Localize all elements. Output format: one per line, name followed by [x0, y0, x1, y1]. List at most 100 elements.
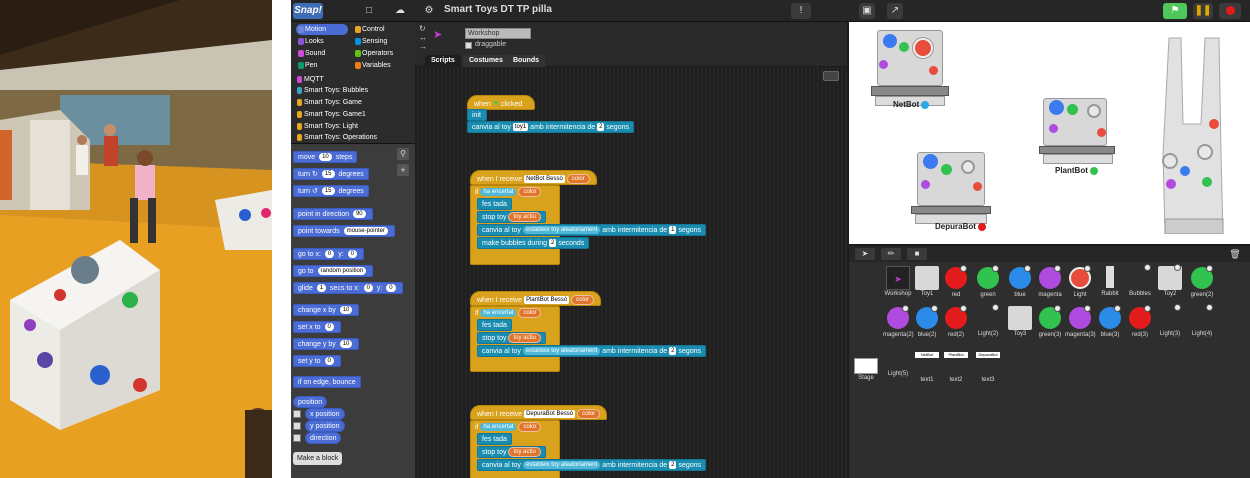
make-block-button[interactable]: Make a block	[293, 452, 343, 465]
reporter-x-position[interactable]: x position	[305, 408, 345, 420]
library-category-game[interactable]: Smart Toys: Game	[296, 97, 406, 108]
corral-sprite-blue[interactable]: blue	[1005, 265, 1035, 298]
corral-sprite-magenta2[interactable]: magenta(2)	[883, 305, 914, 338]
layout-icon[interactable]: ▣	[859, 3, 875, 19]
stop-button[interactable]	[1219, 3, 1241, 19]
category-operators[interactable]: Operators	[353, 48, 405, 59]
rotation-style-icon[interactable]: ↻ ↔ →	[419, 24, 427, 51]
block-stop-toy[interactable]: stop toy toy actiu	[477, 211, 546, 223]
block-stop-toy[interactable]: stop toy toy actiu	[477, 446, 546, 458]
block-point-direction[interactable]: point in direction 90	[293, 208, 373, 220]
corral-sprite-toy2[interactable]: Toy2	[1155, 264, 1185, 297]
scripts-canvas[interactable]: when ⚑ clicked init canvia al toy toy1 a…	[415, 67, 847, 478]
zoom-search-icon[interactable]: ⚲	[397, 148, 409, 160]
pause-button[interactable]: ❚❚	[1193, 3, 1213, 19]
file-icon[interactable]: □	[361, 3, 377, 19]
block-turn-cw[interactable]: turn ↻ 15 degrees	[293, 168, 369, 180]
hint-icon[interactable]: !	[791, 3, 811, 19]
draggable-checkbox[interactable]	[465, 42, 472, 49]
corral-sprite-text2[interactable]: PlantBot text2	[941, 346, 971, 383]
rabbit-sprite[interactable]	[1157, 34, 1237, 235]
reporter-position[interactable]: position	[293, 396, 328, 408]
stage[interactable]: NetBot PlantBot DepuraBot	[849, 22, 1250, 244]
hat-receive-plantbot[interactable]: when I receive PlantBot Bessó color	[470, 291, 602, 306]
corral-sprite-blue2[interactable]: blue(2)	[912, 305, 942, 338]
category-motion[interactable]: Motion	[296, 24, 348, 35]
category-looks[interactable]: Looks	[296, 36, 348, 47]
hat-receive-depurabot[interactable]: when I receive DepuraBot Bessó color	[470, 405, 608, 420]
hat-when-flag-clicked[interactable]: when ⚑ clicked	[467, 95, 535, 110]
library-category-operations[interactable]: Smart Toys: Operations	[296, 132, 406, 143]
corral-sprite-green2[interactable]: green(2)	[1187, 265, 1217, 298]
corral-sprite-blue3[interactable]: blue(3)	[1095, 305, 1125, 338]
corral-sprite-light2[interactable]: Light(2)	[973, 304, 1003, 337]
paint-brush-icon[interactable]: ✏	[881, 248, 901, 260]
stage-size-icon[interactable]: ↗	[887, 3, 903, 19]
corral-sprite-green3[interactable]: green(3)	[1035, 305, 1065, 338]
corral-sprite-text1[interactable]: NetBot text1	[912, 346, 942, 383]
block-point-towards[interactable]: point towards mouse-pointer	[293, 225, 395, 237]
block-canvia-toy-random[interactable]: canvia al toy estableix toy aleatoriamen…	[477, 224, 707, 236]
corral-sprite-text3[interactable]: DepuraBot text3	[973, 346, 1003, 383]
corral-sprite-light5[interactable]: Light(5)	[883, 346, 913, 377]
corral-sprite-light3[interactable]: Light(3)	[1155, 304, 1185, 337]
category-variables[interactable]: Variables	[353, 60, 405, 71]
block-fes-tada[interactable]: fes tada	[477, 433, 512, 445]
trash-icon[interactable]: 🗑	[1227, 248, 1243, 260]
corral-stage[interactable]: Stage	[851, 358, 881, 381]
corral-sprite-bubbles[interactable]: Bubbles	[1125, 264, 1155, 297]
hat-receive-netbot[interactable]: when I receive NetBot Bessó color	[470, 170, 597, 185]
block-glide[interactable]: glide 1 secs to x: 0 y: 0	[293, 282, 403, 294]
depurabot-sprite[interactable]	[911, 148, 999, 232]
reporter-y-position[interactable]: y position	[305, 420, 345, 432]
block-bounce[interactable]: if on edge, bounce	[293, 376, 361, 388]
block-canvia-toy[interactable]: canvia al toy toy1 amb intermitencia de …	[467, 121, 634, 133]
keyboard-icon[interactable]	[823, 71, 839, 81]
corral-sprite-toy3[interactable]: Toy3	[1005, 306, 1035, 337]
block-turn-ccw[interactable]: turn ↺ 15 degrees	[293, 185, 369, 197]
corral-sprite-red[interactable]: red	[941, 265, 971, 298]
block-change-y[interactable]: change y by 10	[293, 338, 360, 350]
block-stop-toy[interactable]: stop toy toy actiu	[477, 332, 546, 344]
checkbox-direction[interactable]	[293, 434, 301, 442]
checkbox-y-position[interactable]	[293, 422, 301, 430]
corral-sprite-magenta3[interactable]: magenta(3)	[1065, 305, 1096, 338]
block-goto-xy[interactable]: go to x: 0 y: 0	[293, 248, 364, 260]
library-category-light[interactable]: Smart Toys: Light	[296, 121, 406, 132]
block-fes-tada[interactable]: fes tada	[477, 198, 512, 210]
reporter-direction[interactable]: direction	[305, 432, 342, 444]
category-control[interactable]: Control	[353, 24, 405, 35]
block-canvia-toy-random[interactable]: canvia al toy estableix toy aleatoriamen…	[477, 345, 707, 357]
block-fes-tada[interactable]: fes tada	[477, 319, 512, 331]
corral-sprite-rabbit[interactable]: Rabbit	[1095, 266, 1125, 297]
block-canvia-toy-random[interactable]: canvia al toy estableix toy aleatoriamen…	[477, 459, 707, 471]
turtle-icon[interactable]: ➤	[855, 248, 875, 260]
tab-bounds[interactable]: Bounds	[507, 55, 546, 67]
corral-sprite-workshop[interactable]: ➤ Workshop	[883, 266, 913, 297]
library-category-bubbles[interactable]: Smart Toys: Bubbles	[296, 85, 406, 96]
category-sensing[interactable]: Sensing	[353, 36, 405, 47]
block-make-bubbles[interactable]: make bubbles during 2 seconds	[477, 237, 590, 249]
category-pen[interactable]: Pen	[296, 60, 348, 71]
tab-costumes[interactable]: Costumes	[463, 55, 509, 67]
corral-sprite-red2[interactable]: red(2)	[941, 305, 971, 338]
camera-icon[interactable]: ■	[907, 248, 927, 260]
green-flag-button[interactable]: ⚑	[1163, 3, 1187, 19]
corral-sprite-light4[interactable]: Light(4)	[1187, 304, 1217, 337]
corral-sprite-green[interactable]: green	[973, 265, 1003, 298]
cloud-icon[interactable]: ☁	[391, 3, 409, 19]
sprite-name-field[interactable]: Workshop	[465, 28, 531, 39]
snap-logo[interactable]: Snap!	[293, 3, 323, 19]
corral-sprite-red3[interactable]: red(3)	[1125, 305, 1155, 338]
corral-sprite-toy1[interactable]: Toy1	[912, 266, 942, 297]
block-move[interactable]: move 10 steps	[293, 151, 358, 163]
category-sound[interactable]: Sound	[296, 48, 348, 59]
block-init[interactable]: init	[467, 109, 487, 121]
block-change-x[interactable]: change x by 10	[293, 304, 360, 316]
settings-gear-icon[interactable]: ⚙	[421, 3, 437, 19]
add-icon[interactable]: +	[397, 164, 409, 176]
block-goto[interactable]: go to random position	[293, 265, 374, 277]
library-category-game1[interactable]: Smart Toys: Game1	[296, 109, 406, 120]
corral-sprite-light[interactable]: Light	[1065, 265, 1095, 298]
block-set-x[interactable]: set x to 0	[293, 321, 341, 333]
